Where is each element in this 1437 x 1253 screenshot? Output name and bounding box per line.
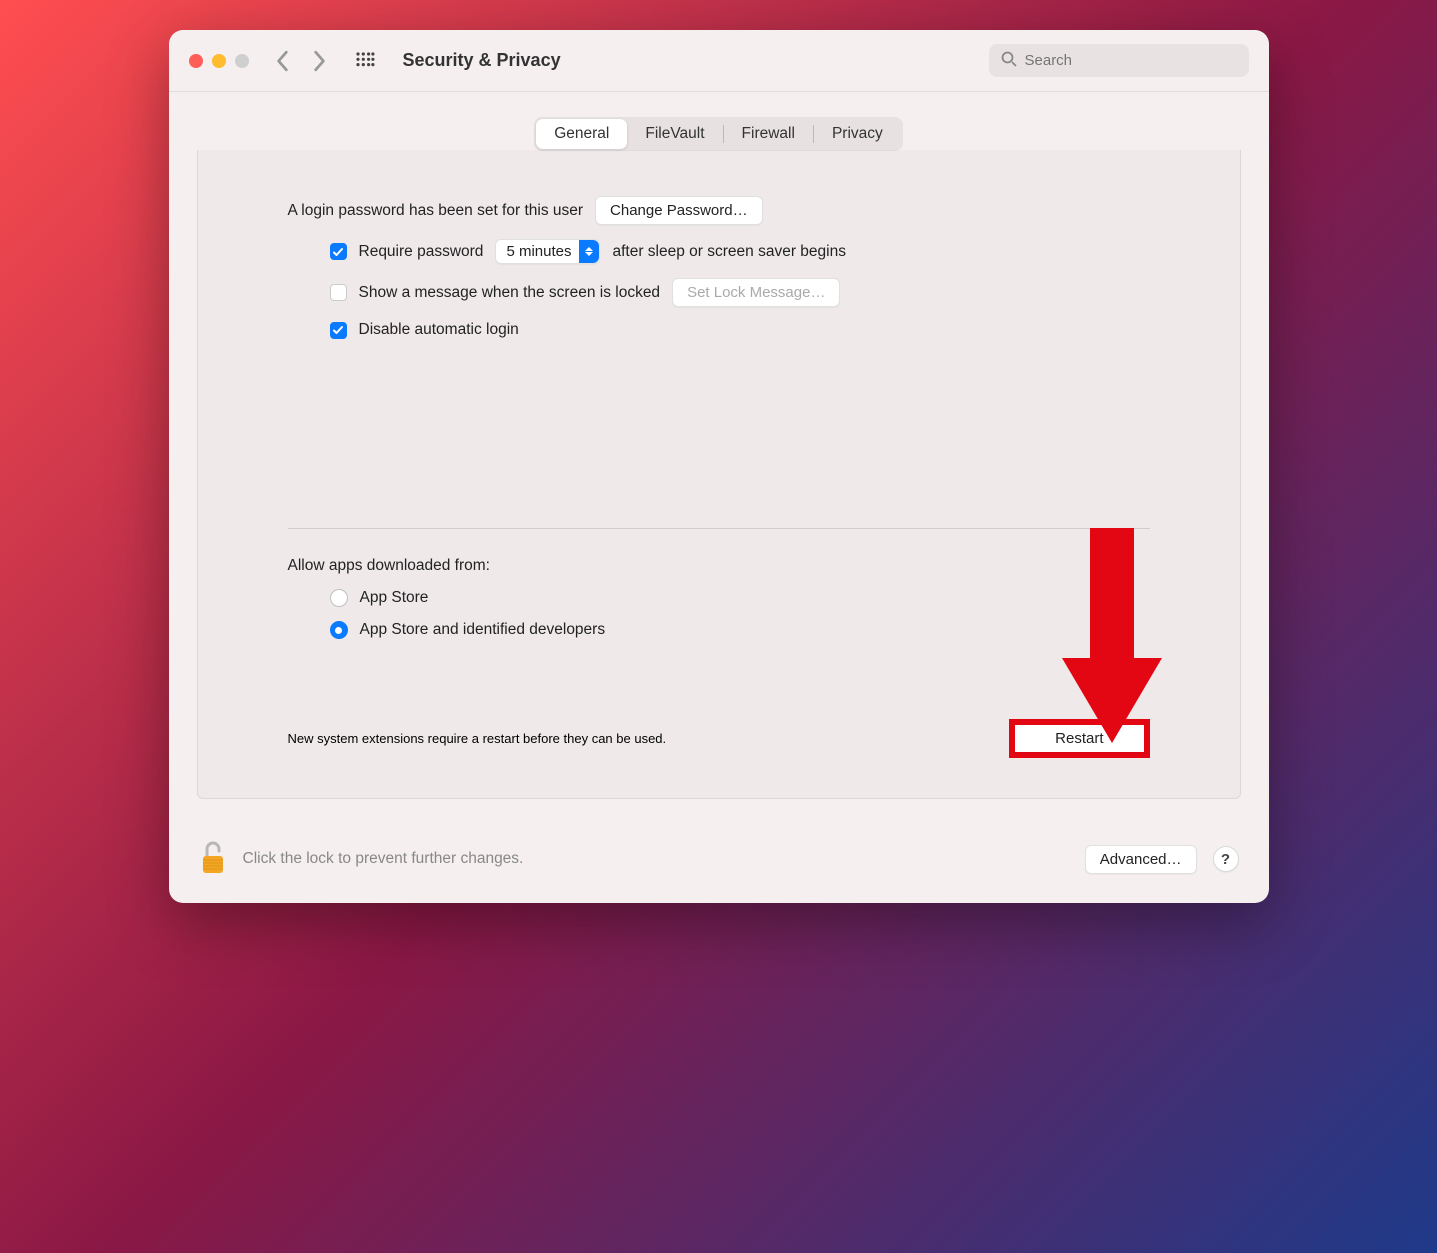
password-delay-value: 5 minutes: [506, 243, 571, 260]
show-lock-message-label: Show a message when the screen is locked: [359, 284, 661, 302]
window-controls: [189, 54, 249, 68]
footer: Click the lock to prevent further change…: [169, 819, 1269, 903]
preferences-window: Security & Privacy General FileVault Fir…: [169, 30, 1269, 903]
gatekeeper-heading: Allow apps downloaded from:: [288, 557, 1150, 575]
change-password-button[interactable]: Change Password…: [595, 196, 763, 225]
general-panel: A login password has been set for this u…: [197, 150, 1241, 799]
minimize-window-button[interactable]: [212, 54, 226, 68]
extension-restart-row: New system extensions require a restart …: [288, 719, 1150, 758]
close-window-button[interactable]: [189, 54, 203, 68]
disable-autologin-checkbox[interactable]: [330, 322, 347, 339]
require-password-checkbox[interactable]: [330, 243, 347, 260]
disable-autologin-row: Disable automatic login: [288, 321, 1150, 339]
tab-general[interactable]: General: [536, 119, 627, 149]
search-icon: [1001, 51, 1017, 70]
back-button[interactable]: [275, 50, 291, 72]
gatekeeper-identified-radio[interactable]: [330, 621, 348, 639]
forward-button[interactable]: [311, 50, 327, 72]
gatekeeper-identified-label: App Store and identified developers: [360, 621, 606, 639]
tab-filevault[interactable]: FileVault: [627, 119, 722, 149]
select-caret-icon: [579, 240, 599, 263]
login-password-row: A login password has been set for this u…: [288, 196, 1150, 225]
gatekeeper-section: Allow apps downloaded from: App Store Ap…: [288, 557, 1150, 639]
nav-arrows: [275, 50, 327, 72]
extension-restart-message: New system extensions require a restart …: [288, 731, 667, 746]
after-sleep-label: after sleep or screen saver begins: [612, 243, 845, 261]
advanced-button[interactable]: Advanced…: [1085, 845, 1197, 874]
require-password-label: Require password: [359, 243, 484, 261]
gatekeeper-appstore-label: App Store: [360, 589, 429, 607]
tab-bar: General FileVault Firewall Privacy: [534, 117, 903, 151]
set-lock-message-button: Set Lock Message…: [672, 278, 840, 307]
gatekeeper-identified-row: App Store and identified developers: [288, 621, 1150, 639]
arrow-annotation: [1062, 528, 1162, 768]
window-title: Security & Privacy: [403, 50, 561, 71]
lock-icon[interactable]: [199, 841, 227, 877]
tab-firewall[interactable]: Firewall: [724, 119, 813, 149]
section-divider: [288, 528, 1150, 529]
titlebar: Security & Privacy: [169, 30, 1269, 92]
help-button[interactable]: ?: [1213, 846, 1239, 872]
gatekeeper-appstore-row: App Store: [288, 589, 1150, 607]
tab-privacy[interactable]: Privacy: [814, 119, 901, 149]
search-field[interactable]: [989, 44, 1249, 77]
search-input[interactable]: [1025, 52, 1237, 69]
require-password-row: Require password 5 minutes after sleep o…: [288, 239, 1150, 264]
lock-message-row: Show a message when the screen is locked…: [288, 278, 1150, 307]
login-password-text: A login password has been set for this u…: [288, 202, 584, 220]
password-delay-select[interactable]: 5 minutes: [495, 239, 600, 264]
show-all-icon[interactable]: [355, 51, 375, 71]
lock-text: Click the lock to prevent further change…: [243, 850, 524, 868]
show-lock-message-checkbox[interactable]: [330, 284, 347, 301]
zoom-window-button: [235, 54, 249, 68]
gatekeeper-appstore-radio[interactable]: [330, 589, 348, 607]
disable-autologin-label: Disable automatic login: [359, 321, 519, 339]
